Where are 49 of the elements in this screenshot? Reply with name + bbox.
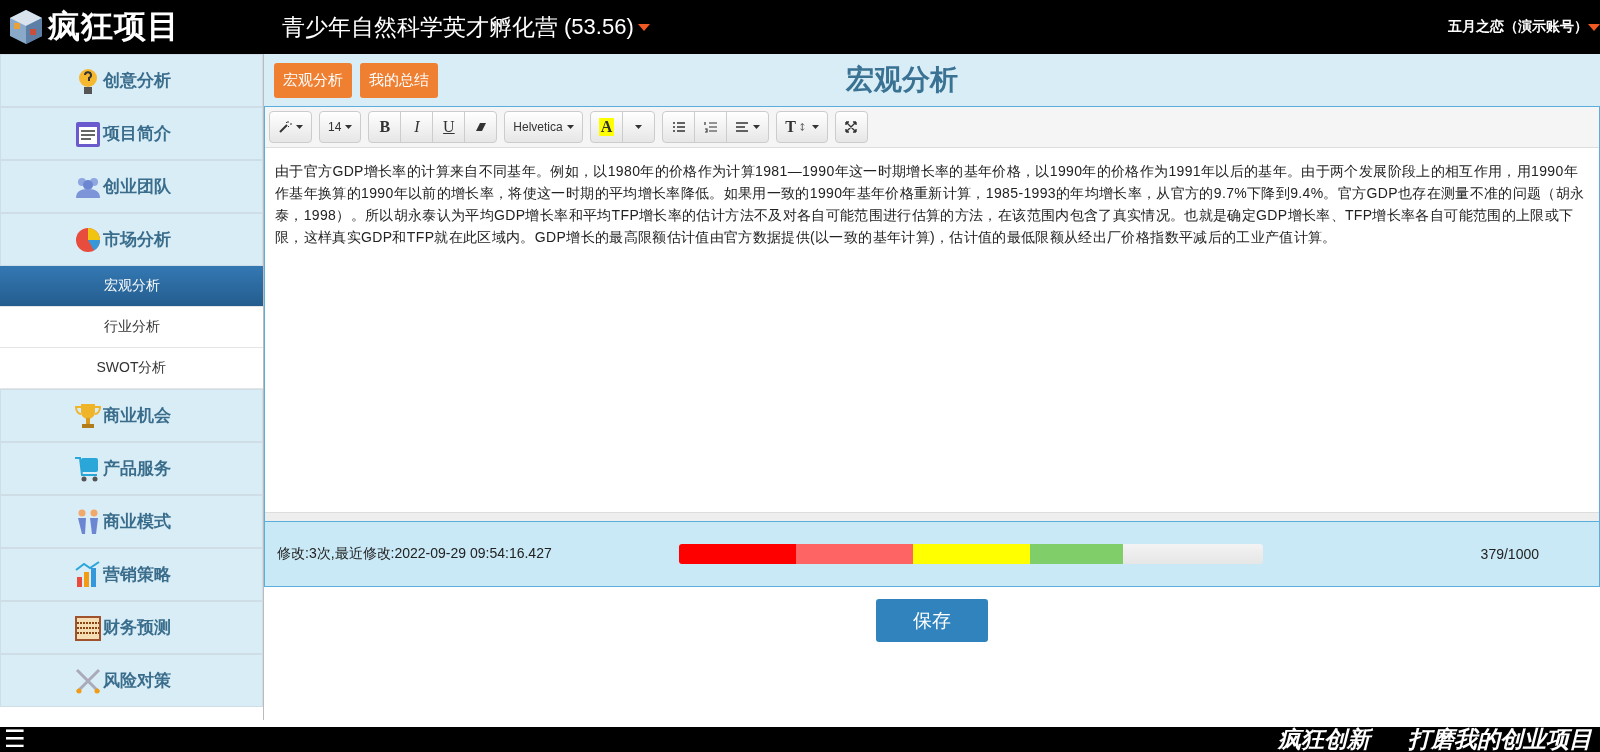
- save-button[interactable]: 保存: [876, 599, 988, 642]
- numbered-list-icon: [703, 120, 718, 134]
- logo-text: 疯狂项目: [48, 7, 180, 46]
- sidebar-item[interactable]: 创业团队: [0, 160, 263, 213]
- sidebar-subitem[interactable]: 宏观分析: [0, 266, 263, 307]
- caret-icon[interactable]: [1588, 23, 1600, 31]
- project-score: (53.56): [564, 14, 634, 40]
- sidebar-item[interactable]: 产品服务: [0, 442, 263, 495]
- toolbar-button[interactable]: I: [400, 111, 434, 143]
- sidebar-item[interactable]: 商业模式: [0, 495, 263, 548]
- align-icon: [735, 120, 750, 134]
- sidebar-item[interactable]: 风险对策: [0, 654, 263, 707]
- toolbar-button[interactable]: A: [589, 111, 624, 143]
- bullet-list-icon: [671, 120, 686, 134]
- eraser-icon: [473, 120, 488, 134]
- editor-text[interactable]: 由于官方GDP增长率的计算来自不同基年。例如，以1980年的价格作为计算1981—1990年这一时期增长率的基年价格，以1990年的价格作为1991年以后的基年。由于两个发展阶段上的相互作用，用1990年作基年换算的1990年以前的增长率，将使这一时期的平均增长率降低。如果用一致的1990年基年价格重新计算，1985-1993的年均增长率，从官方的9.7%下降到9.4%。官方GDP也存在测量不准的问题（胡永泰，1998）。所以胡永泰认为平均GDP增长率和平均TFP增长率的估计方法不及对各自可能范围进行估算的方法，在该范围内包含了真实情况。也就是确定GDP增长率、TFP增长率各自可能范围的上限或下限，这样真实GDP和TFP就在此区域内。GDP增长的最高限额估计值由官方数据提供(以一致的基年计算)，估计值的最低限额从经出厂价格指数平减后的工业产值计算。: [265, 148, 1599, 512]
- user-name[interactable]: 五月之恋（演示账号）: [1448, 18, 1588, 36]
- toolbar-button[interactable]: 14: [319, 111, 362, 143]
- slogan-text: 打磨我的创业项目: [1408, 725, 1592, 752]
- character-count: 379/1000: [1480, 546, 1539, 562]
- toolbar-button[interactable]: U: [432, 111, 466, 143]
- menu-button[interactable]: ☰: [0, 727, 30, 752]
- sidebar-item[interactable]: 项目简介: [0, 107, 263, 160]
- caret-icon: [635, 125, 643, 129]
- page-heading: 宏观分析: [846, 63, 958, 97]
- sidebar-item[interactable]: 财务预测: [0, 601, 263, 654]
- toolbar-button[interactable]: [464, 111, 498, 143]
- caret-icon: [345, 125, 353, 129]
- toolbar-button[interactable]: [269, 111, 312, 143]
- caret-icon: [811, 125, 819, 129]
- sidebar-item[interactable]: 市场分析: [0, 213, 263, 266]
- sidebar-item[interactable]: 营销策略: [0, 548, 263, 601]
- caret-icon: [566, 125, 574, 129]
- sidebar-item[interactable]: 商业机会: [0, 389, 263, 442]
- toolbar-button[interactable]: T: [776, 111, 828, 143]
- caret-icon: [296, 125, 303, 129]
- project-title: 青少年自然科学英才孵化营: [282, 12, 558, 42]
- horizontal-scrollbar[interactable]: [265, 512, 1599, 521]
- magic-wand-icon: [278, 120, 292, 134]
- sidebar-item[interactable]: 创意分析: [0, 54, 263, 107]
- fullscreen-icon: [844, 120, 859, 134]
- toolbar-button[interactable]: Helvetica: [504, 111, 583, 143]
- toolbar-button[interactable]: [662, 111, 696, 143]
- caret-icon: [753, 125, 761, 129]
- caret-icon[interactable]: [637, 23, 650, 31]
- toolbar-button[interactable]: [726, 111, 770, 143]
- modification-info: 修改:3次,最近修改:2022-09-29 09:54:16.427: [277, 545, 553, 563]
- toolbar-button[interactable]: B: [368, 111, 402, 143]
- toolbar-button[interactable]: [834, 111, 868, 143]
